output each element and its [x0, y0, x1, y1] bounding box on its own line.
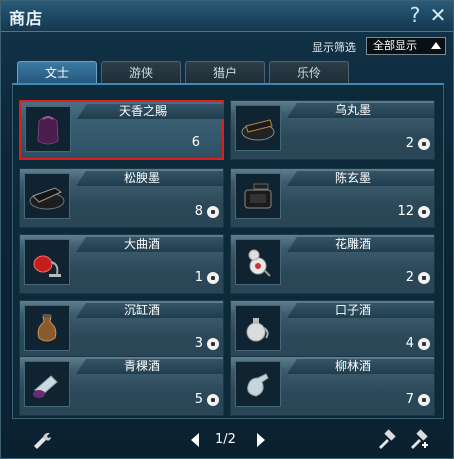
- item-price: 8: [194, 204, 203, 219]
- coin-icon: [207, 206, 219, 218]
- shop-item[interactable]: 松腴墨 8: [19, 168, 224, 228]
- page-indicator: 1/2: [215, 432, 236, 447]
- tab-liehu[interactable]: 猎户: [185, 61, 265, 83]
- next-page-button[interactable]: [257, 433, 265, 447]
- item-name: 乌丸墨: [334, 103, 371, 117]
- coin-icon: [418, 272, 430, 284]
- item-price: 2: [405, 270, 414, 285]
- dropdown-arrow-icon: [431, 42, 441, 49]
- tab-label: 乐伶: [296, 66, 321, 80]
- shop-item[interactable]: 柳林酒 7: [230, 356, 435, 416]
- tab-youxia[interactable]: 游侠: [101, 61, 181, 83]
- item-price: 12: [397, 204, 414, 219]
- coin-icon: [207, 394, 219, 406]
- tab-label: 游侠: [128, 66, 153, 80]
- item-price: 4: [405, 336, 414, 351]
- ink-stick-icon: [235, 105, 281, 151]
- purple-bag-icon: [25, 106, 71, 152]
- wine-gourd-icon: [24, 239, 70, 285]
- item-name: 花雕酒: [334, 237, 371, 251]
- shop-item[interactable]: 陈玄墨 12: [230, 168, 435, 228]
- tab-label: 猎户: [212, 66, 237, 80]
- shop-item[interactable]: 青稞酒 5: [19, 356, 224, 416]
- tab-label: 文士: [44, 66, 69, 80]
- coin-icon: [418, 138, 430, 150]
- tab-divider: [12, 83, 444, 85]
- tab-leling[interactable]: 乐伶: [269, 61, 349, 83]
- item-price: 1: [194, 270, 203, 285]
- item-name: 大曲酒: [123, 237, 160, 251]
- shop-item[interactable]: 口子酒 4: [230, 300, 435, 360]
- shop-window: 商店 ? ✕ 显示筛选 全部显示 文士 游侠 猎户 乐伶 天香之賜 6 乌丸墨 …: [0, 0, 454, 459]
- footer-bar: 1/2: [1, 421, 453, 458]
- prev-page-button[interactable]: [191, 433, 199, 447]
- item-price: 6: [191, 135, 200, 150]
- shop-item[interactable]: 大曲酒 1: [19, 234, 224, 294]
- window-title: 商店: [9, 9, 44, 28]
- item-price: 3: [194, 336, 203, 351]
- item-name: 松腴墨: [123, 171, 160, 185]
- item-name: 柳林酒: [334, 359, 371, 373]
- coin-icon: [207, 272, 219, 284]
- item-name: 天香之賜: [118, 104, 167, 118]
- wine-bottle-icon: [24, 361, 70, 407]
- item-price: 7: [405, 392, 414, 407]
- item-name: 沉缸酒: [123, 303, 160, 317]
- coin-icon: [418, 206, 430, 218]
- item-name: 陈玄墨: [334, 171, 371, 185]
- batch-repair-icon[interactable]: [407, 429, 429, 451]
- repair-icon[interactable]: [31, 429, 53, 451]
- hammer-icon[interactable]: [375, 429, 397, 451]
- shop-item[interactable]: 花雕酒 2: [230, 234, 435, 294]
- help-icon[interactable]: ?: [404, 4, 426, 26]
- item-name: 口子酒: [334, 303, 371, 317]
- filter-dropdown[interactable]: 全部显示: [366, 37, 446, 55]
- coin-icon: [418, 338, 430, 350]
- title-bar[interactable]: 商店 ? ✕: [1, 1, 453, 32]
- tab-wenshi[interactable]: 文士: [17, 61, 97, 83]
- item-name: 青稞酒: [123, 359, 160, 373]
- wine-jar-icon: [24, 305, 70, 351]
- ink-stone-icon: [235, 173, 281, 219]
- shop-item[interactable]: 乌丸墨 2: [230, 100, 435, 160]
- wine-jar-icon: [235, 305, 281, 351]
- wine-bottle-icon: [235, 361, 281, 407]
- item-price: 2: [405, 136, 414, 151]
- filter-value: 全部显示: [373, 39, 417, 52]
- filter-label: 显示筛选: [312, 41, 356, 54]
- coin-icon: [418, 394, 430, 406]
- ink-stick-icon: [24, 173, 70, 219]
- shop-item[interactable]: 沉缸酒 3: [19, 300, 224, 360]
- item-price: 5: [194, 392, 203, 407]
- coin-icon: [207, 338, 219, 350]
- close-icon[interactable]: ✕: [427, 4, 449, 26]
- wine-gourd-icon: [235, 239, 281, 285]
- shop-item[interactable]: 天香之賜 6: [19, 100, 224, 160]
